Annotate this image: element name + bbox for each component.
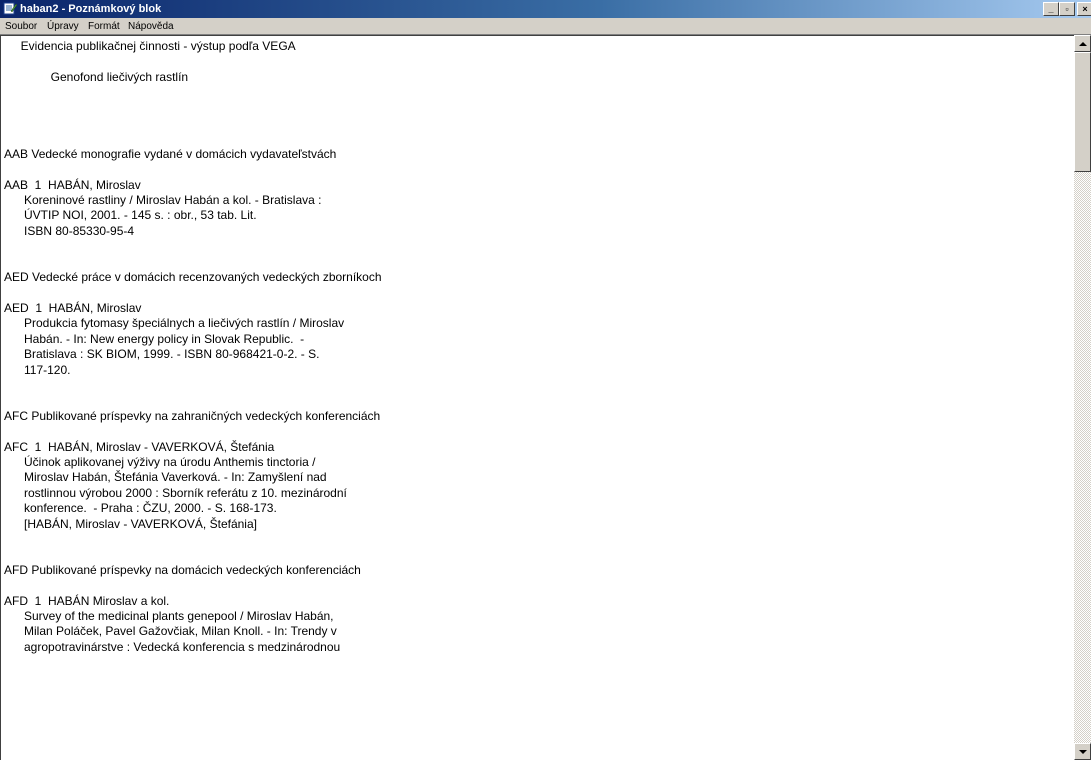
- restore-icon: ▫: [1065, 4, 1069, 14]
- menu-bar: Soubor Úpravy Formát Nápověda: [0, 18, 1091, 35]
- close-icon: ×: [1082, 4, 1088, 14]
- minimize-icon: _: [1048, 4, 1054, 14]
- scroll-up-button[interactable]: [1074, 35, 1091, 52]
- arrow-down-icon: [1079, 750, 1087, 754]
- title-bar[interactable]: haban2 - Poznámkový blok _ ▫ ×: [0, 0, 1091, 18]
- minimize-button[interactable]: _: [1043, 2, 1059, 16]
- menu-soubor[interactable]: Soubor: [5, 20, 37, 33]
- close-button[interactable]: ×: [1077, 2, 1091, 16]
- arrow-up-icon: [1079, 42, 1087, 46]
- vertical-scrollbar[interactable]: [1074, 35, 1091, 760]
- window-title: haban2 - Poznámkový blok: [20, 3, 162, 15]
- scrollbar-thumb[interactable]: [1074, 52, 1091, 172]
- scroll-down-button[interactable]: [1074, 743, 1091, 760]
- document-text[interactable]: Evidencia publikačnej činnosti - výstup …: [4, 39, 1070, 655]
- menu-format[interactable]: Formát: [88, 20, 120, 33]
- text-editor[interactable]: Evidencia publikačnej činnosti - výstup …: [0, 35, 1074, 760]
- maximize-button[interactable]: ▫: [1059, 2, 1075, 16]
- menu-upravy[interactable]: Úpravy: [47, 20, 79, 33]
- notepad-icon[interactable]: [3, 2, 18, 15]
- notepad-window: haban2 - Poznámkový blok _ ▫ × Soubor Úp…: [0, 0, 1091, 760]
- menu-napoveda[interactable]: Nápověda: [128, 20, 174, 33]
